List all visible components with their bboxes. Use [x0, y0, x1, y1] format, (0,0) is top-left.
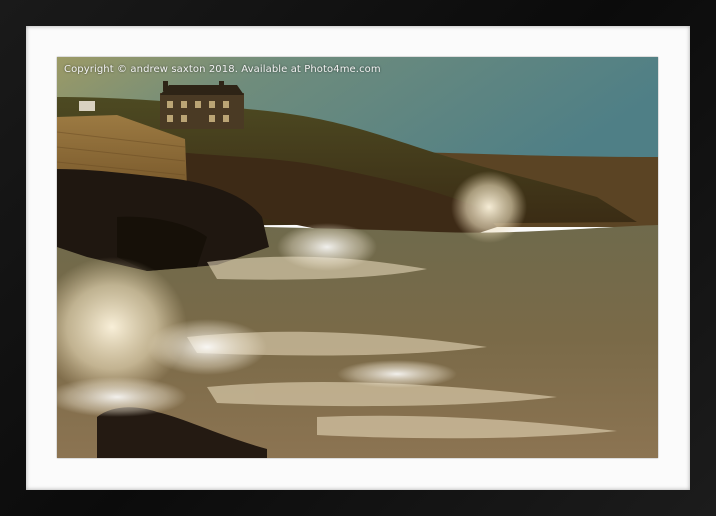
house [160, 81, 244, 129]
photo [57, 57, 658, 458]
stormy-coast-scene [57, 57, 658, 458]
copyright-watermark: Copyright © andrew saxton 2018. Availabl… [64, 64, 381, 75]
small-building [79, 101, 95, 111]
wave-spray-center [277, 223, 377, 271]
wave-spray-right [451, 171, 527, 243]
